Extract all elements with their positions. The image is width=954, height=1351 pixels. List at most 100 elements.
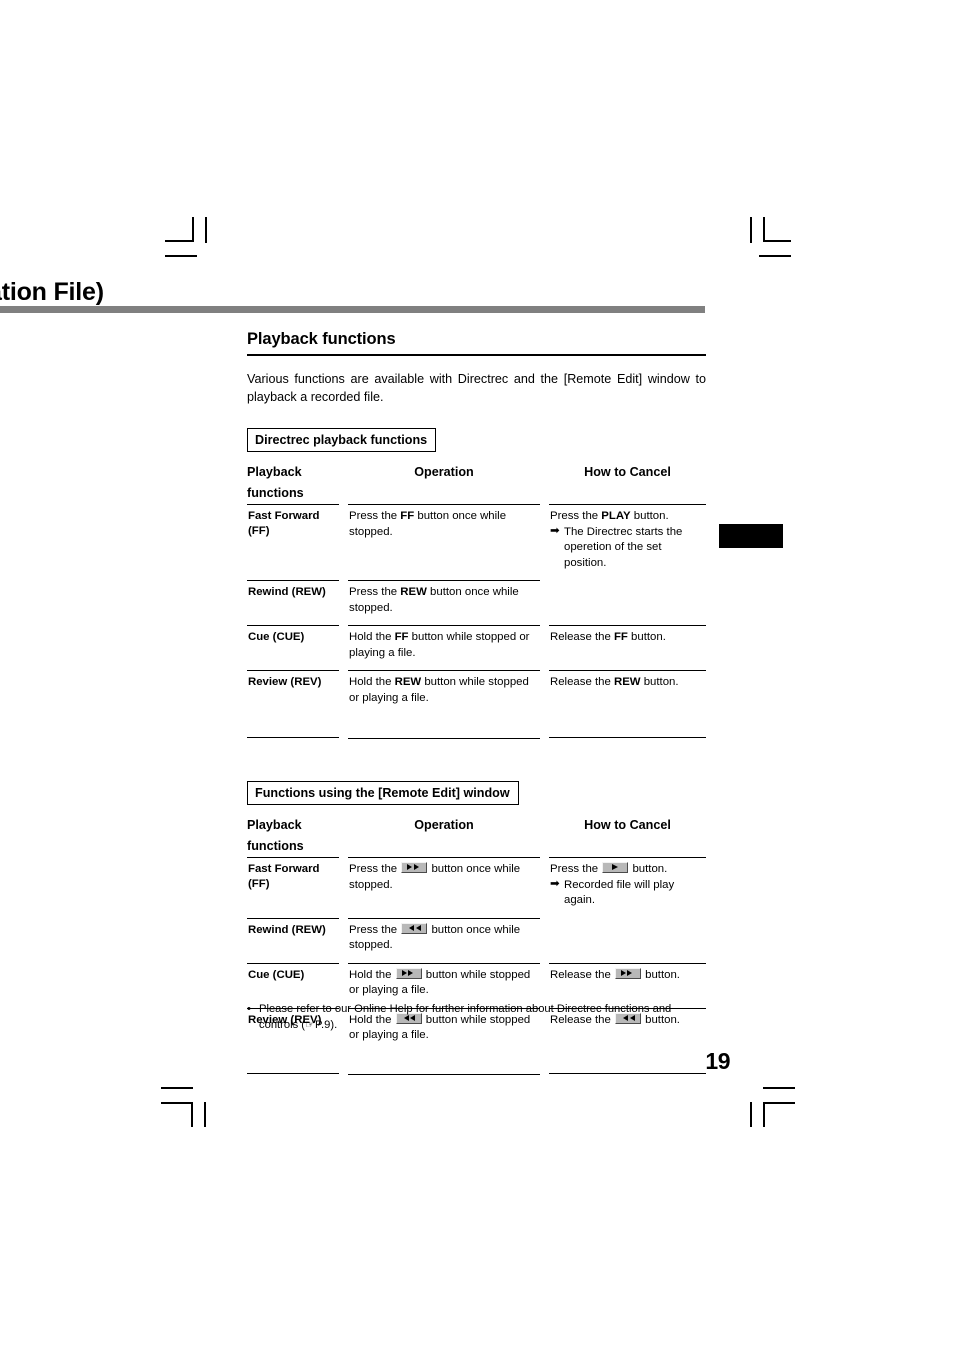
table2-row1-cancel — [549, 918, 706, 961]
crop-mark-top-left-inner — [165, 240, 193, 242]
table1-row0-cancel: Press the PLAY button. ➡ The Directrec st… — [549, 504, 706, 580]
table1-row2-operation: Hold the FF button while stopped or play… — [348, 625, 540, 670]
table1-row1-operation: Press the REW button once while stopped. — [348, 580, 540, 625]
table2-row2-function-line1: Cue (CUE) — [248, 968, 305, 981]
table1-row0-function-line1: Fast Forward — [248, 510, 320, 522]
table2-col-header-functions-line1: Playback — [247, 818, 302, 832]
table2-row1-operation: Press the button once while stopped. — [348, 917, 540, 963]
keyword: REW — [400, 586, 427, 598]
table2-col-header-cancel: How to Cancel — [584, 818, 671, 832]
table2-col-header-functions-line2: functions — [247, 839, 304, 853]
gap — [540, 670, 549, 713]
table1-row3-operation: Hold the REW button while stopped or pla… — [348, 670, 540, 739]
running-header: ation File) — [0, 277, 708, 307]
fast-forward-button-icon — [614, 967, 641, 979]
keyword: REW — [394, 676, 422, 688]
table2-row1-function-line1: Rewind (REW) — [248, 923, 326, 936]
table2-row0-function-line2: (FF) — [248, 878, 270, 890]
table1-row0-function: Fast Forward (FF) — [247, 504, 339, 548]
table1-row1-cancel — [549, 580, 706, 623]
crop-mark-top-right-vert-outer — [750, 217, 752, 243]
table1-row2-function-line1: Cue (CUE) — [248, 631, 305, 643]
gap — [339, 504, 348, 547]
footnote-bullet: • — [247, 1003, 251, 1015]
keyword: REW — [613, 676, 641, 688]
crop-mark-bottom-left-vert-outer — [204, 1102, 206, 1127]
table1-col-header-operation: Operation — [414, 465, 474, 479]
crop-mark-top-left-vert-outer — [205, 217, 207, 243]
table-row: Fast Forward (FF) Press the button once … — [247, 857, 706, 918]
keyword: FF — [400, 510, 415, 522]
main-content: Playback functions Various functions are… — [247, 330, 706, 1075]
keyword: FF — [613, 631, 628, 643]
crop-mark-top-right-inner — [763, 240, 791, 242]
table2-row2-operation: Hold the button while stopped or playing… — [348, 962, 540, 1008]
crop-mark-bottom-left-outer — [161, 1087, 193, 1089]
page-number: 19 — [705, 1048, 730, 1074]
header-divider-rule — [0, 306, 705, 313]
fast-forward-button-icon — [395, 967, 422, 979]
table1-row3-function-line1: Review (REV) — [248, 676, 322, 688]
gap — [339, 580, 348, 623]
table1-box-title: Directrec playback functions — [247, 428, 437, 452]
table-row: Rewind (REW) Press the REW button once w… — [247, 580, 706, 625]
table2-col-header-functions: Playback functions — [247, 815, 339, 857]
keyword: FF — [394, 631, 409, 643]
table2-row0-operation: Press the button once while stopped. — [348, 857, 540, 902]
table1-col-header-functions-line1: Playback — [247, 465, 302, 479]
footnote: • Please refer to our Online Help for fu… — [247, 1002, 709, 1033]
table2-row0-cancel-note: ➡ Recorded file will play again. — [550, 878, 675, 906]
table2-box-title: Functions using the [Remote Edit] window — [247, 781, 519, 805]
gap — [540, 580, 549, 623]
footnote-text: Please refer to our Online Help for furt… — [259, 1003, 672, 1031]
remote-edit-functions-table: Playback functions Operation How to Canc… — [247, 815, 706, 1075]
table1-col-header-functions-line2: functions — [247, 486, 304, 500]
table2-header-gap1 — [339, 815, 348, 857]
gap — [540, 504, 549, 547]
crop-mark-bottom-right-vert-outer — [750, 1102, 752, 1127]
crop-mark-top-right-outer — [759, 255, 791, 257]
table1-header-gap1 — [339, 462, 348, 504]
crop-mark-top-left-vert-inner — [192, 217, 194, 242]
table1-row1-function: Rewind (REW) — [247, 580, 339, 624]
table-row: Cue (CUE) Hold the FF button while stopp… — [247, 625, 706, 670]
table-row: Rewind (REW) Press the button once while… — [247, 917, 706, 963]
crop-mark-bottom-right-outer — [763, 1087, 795, 1089]
table1-col-header-functions: Playback functions — [247, 462, 339, 504]
table-row: Cue (CUE) Hold the button while stopped … — [247, 962, 706, 1008]
table1-row2-function: Cue (CUE) — [247, 625, 339, 669]
table1-row1-function-line1: Rewind (REW) — [248, 586, 326, 598]
gap — [339, 670, 348, 713]
crop-mark-bottom-right-inner — [763, 1102, 795, 1104]
page-title: ation File) — [0, 278, 104, 306]
thumb-index-tab — [719, 524, 783, 548]
gap — [339, 625, 348, 668]
table-row: Fast Forward (FF) Press the FF button on… — [247, 504, 706, 580]
arrow-right-icon: ➡ — [550, 525, 560, 537]
table2-row0-function-line1: Fast Forward — [248, 863, 320, 875]
fast-forward-button-icon — [401, 862, 428, 873]
table2-row1-function: Rewind (REW) — [247, 917, 339, 962]
table2-row0-function: Fast Forward (FF) — [247, 857, 339, 901]
table1-row0-operation: Press the FF button once while stopped. — [348, 504, 540, 549]
section-heading-rule — [247, 354, 706, 356]
intro-paragraph: Various functions are available with Dir… — [247, 372, 706, 404]
gap — [339, 963, 348, 1006]
crop-mark-bottom-left-inner — [161, 1102, 193, 1104]
table1-row0-cancel-note: ➡ The Directrec starts the operetion of t… — [550, 525, 683, 569]
crop-mark-bottom-left-vert-inner — [191, 1102, 193, 1127]
gap — [540, 625, 549, 668]
table1-header-row: Playback functions Operation How to Canc… — [247, 462, 706, 504]
keyword: PLAY — [601, 510, 631, 522]
table2-row2-cancel: Release the button. — [549, 962, 706, 1007]
section-heading: Playback functions — [247, 330, 396, 348]
play-button-icon — [602, 862, 629, 873]
crop-mark-bottom-right-vert-inner — [763, 1102, 765, 1127]
table2-header-row: Playback functions Operation How to Canc… — [247, 815, 706, 857]
table1-header-gap2 — [540, 462, 549, 504]
gap — [540, 963, 549, 1006]
crop-mark-top-left-outer — [165, 255, 197, 257]
table1-row0-function-line2: (FF) — [248, 525, 270, 537]
arrow-right-icon: ➡ — [550, 878, 560, 890]
table-separator-space — [247, 739, 706, 781]
